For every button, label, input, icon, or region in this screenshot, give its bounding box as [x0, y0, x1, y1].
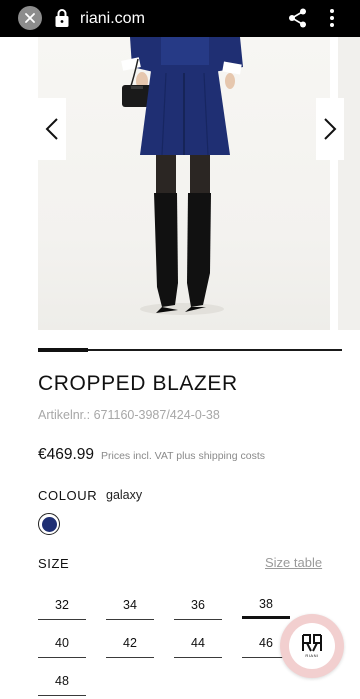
- colour-swatch-galaxy[interactable]: [38, 513, 60, 535]
- size-option-32[interactable]: 32: [38, 594, 86, 620]
- lock-icon: [55, 9, 69, 27]
- model-illustration: [121, 37, 243, 315]
- size-option-34[interactable]: 34: [106, 594, 154, 620]
- size-table-link[interactable]: Size table: [265, 555, 322, 570]
- close-tab-button[interactable]: [18, 6, 42, 30]
- colour-name: galaxy: [106, 488, 143, 502]
- more-options-icon[interactable]: [322, 7, 342, 29]
- product-photo: [38, 37, 330, 330]
- size-option-42[interactable]: 42: [106, 632, 154, 658]
- close-icon: [25, 13, 35, 23]
- share-icon[interactable]: [287, 7, 309, 29]
- colour-label: COLOUR: [38, 488, 98, 503]
- browser-toolbar: riani.com: [0, 0, 360, 37]
- size-option-40[interactable]: 40: [38, 632, 86, 658]
- product-image-carousel[interactable]: [0, 37, 360, 330]
- product-price: €469.99: [38, 446, 95, 463]
- badge-brand-text: RIANI: [305, 653, 319, 658]
- chevron-left-icon: [45, 118, 58, 140]
- size-option-38[interactable]: 38: [242, 593, 290, 619]
- carousel-progress-indicator: [38, 348, 88, 352]
- riani-logo-icon: [302, 634, 322, 652]
- article-number: Artikelnr.: 671160-3987/424-0-38: [38, 408, 220, 422]
- next-image-button[interactable]: [316, 98, 344, 160]
- size-label: SIZE: [38, 556, 70, 571]
- brand-chat-badge[interactable]: RIANI: [280, 614, 344, 678]
- price-note: Prices incl. VAT plus shipping costs: [101, 450, 265, 462]
- brand-logo: RIANI: [289, 623, 335, 669]
- size-option-44[interactable]: 44: [174, 632, 222, 658]
- size-option-36[interactable]: 36: [174, 594, 222, 620]
- product-title: CROPPED BLAZER: [38, 372, 238, 395]
- previous-image-button[interactable]: [38, 98, 66, 160]
- chevron-right-icon: [324, 118, 337, 140]
- url-text[interactable]: riani.com: [80, 0, 145, 37]
- size-option-48[interactable]: 48: [38, 670, 86, 696]
- next-product-photo-peek: [338, 37, 360, 330]
- colour-swatch-fill: [41, 516, 57, 532]
